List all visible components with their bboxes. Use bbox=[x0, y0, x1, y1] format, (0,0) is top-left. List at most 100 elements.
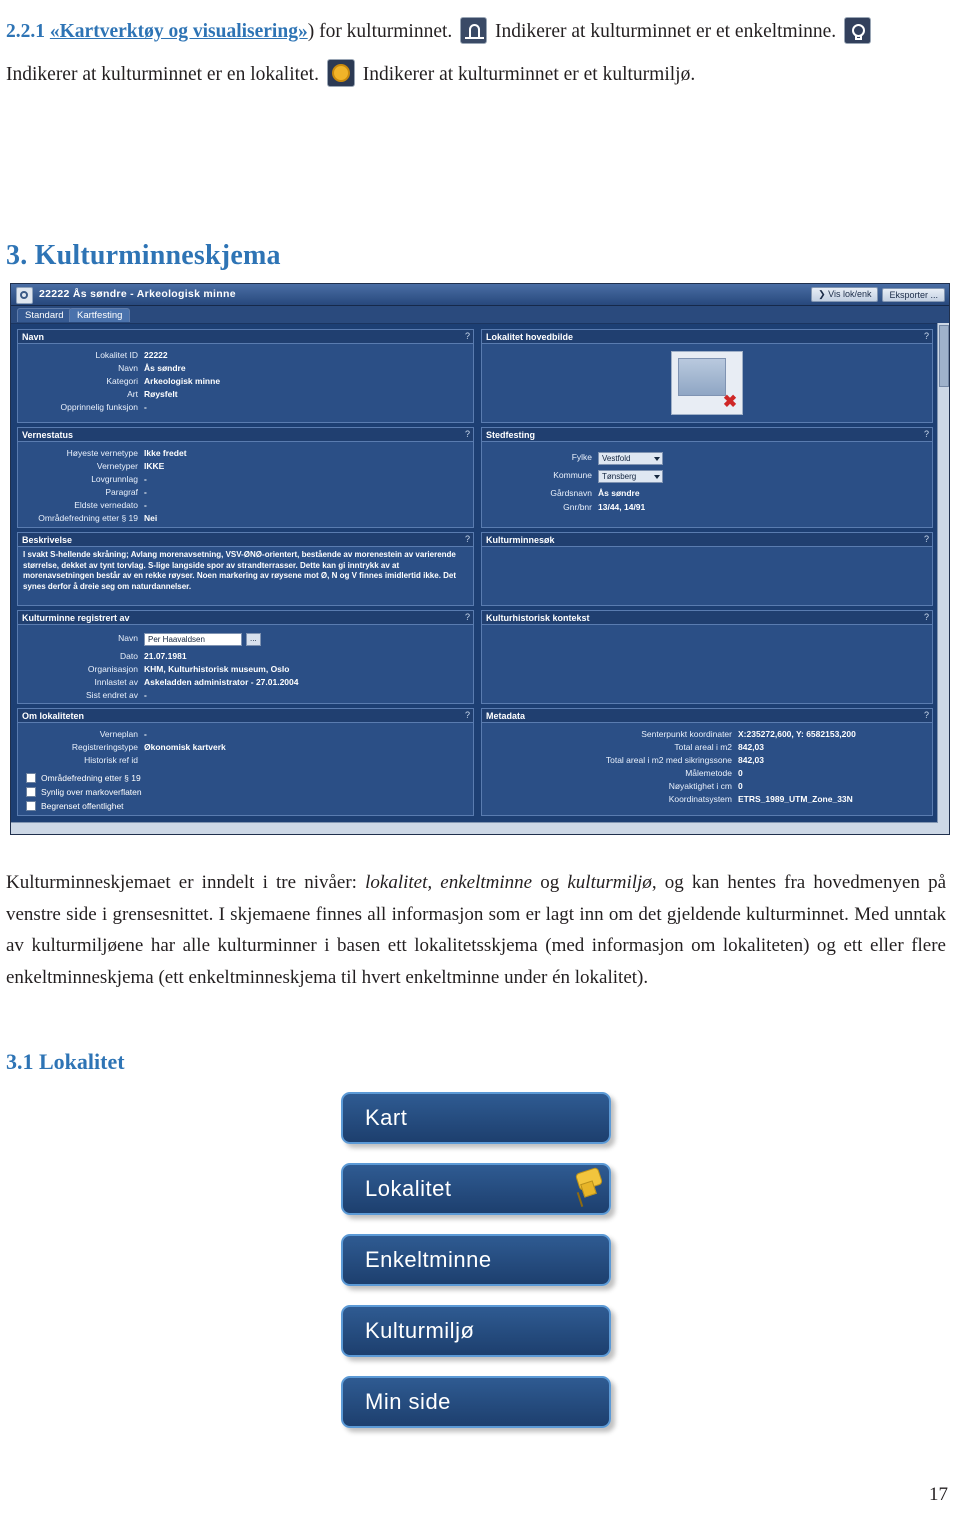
heading-3-1: 3.1 Lokalitet bbox=[6, 1049, 125, 1074]
help-icon[interactable]: ? bbox=[465, 534, 470, 544]
menu-button-min-side-label: Min side bbox=[365, 1389, 451, 1414]
panel-hovedbilde-body: ✖ bbox=[482, 344, 932, 422]
missing-image-placeholder: ✖ bbox=[671, 351, 743, 415]
tab-standard[interactable]: Standard bbox=[17, 308, 72, 322]
body-part-2: og bbox=[532, 872, 568, 893]
field-row: Sist endret av - bbox=[18, 690, 473, 701]
image-thumbnail-icon bbox=[678, 358, 726, 396]
field-row: Målemetode 0 bbox=[482, 768, 932, 779]
field-row: Paragraf - bbox=[18, 487, 473, 498]
field-value: - bbox=[144, 729, 147, 739]
field-value: - bbox=[144, 402, 147, 412]
field-label: Kommune bbox=[553, 470, 592, 480]
field-value: Arkeologisk minne bbox=[144, 376, 221, 386]
help-icon[interactable]: ? bbox=[465, 612, 470, 622]
help-icon[interactable]: ? bbox=[924, 612, 929, 622]
field-row: Eldste vernedato - bbox=[18, 500, 473, 511]
field-row: Navn Ås søndre bbox=[18, 363, 473, 374]
field-value: KHM, Kulturhistorisk museum, Oslo bbox=[144, 664, 290, 674]
show-lok-enk-button[interactable]: ❯ Vis lok/enk bbox=[811, 287, 879, 302]
field-label: Organisasjon bbox=[87, 664, 138, 674]
panel-beskrivelse-header: Beskrivelse ? bbox=[18, 533, 473, 547]
body-part-1: Kulturminneskjemaet er inndelt i tre niv… bbox=[6, 872, 366, 893]
field-value: 0 bbox=[738, 781, 743, 791]
field-label: Paragraf bbox=[105, 487, 138, 497]
body-paragraph: Kulturminneskjemaet er inndelt i tre niv… bbox=[6, 867, 946, 993]
field-label: Registreringstype bbox=[71, 742, 138, 752]
panel-vernestatus: Vernestatus ? Høyeste vernetype Ikke fred… bbox=[17, 427, 474, 528]
registrert-navn-input[interactable]: Per Haavaldsen bbox=[144, 633, 242, 646]
panel-kulturhistorisk-kontekst: Kulturhistorisk kontekst ? bbox=[481, 610, 933, 704]
panel-vernestatus-header: Vernestatus ? bbox=[18, 428, 473, 442]
horizontal-scrollbar[interactable] bbox=[11, 822, 938, 834]
checkbox-synlig[interactable] bbox=[26, 787, 36, 797]
pushpin-icon bbox=[571, 1166, 605, 1208]
field-label: Navn bbox=[118, 363, 138, 373]
fylke-select[interactable]: Vestfold bbox=[598, 452, 663, 465]
field-label: Eldste vernedato bbox=[74, 500, 138, 510]
help-icon[interactable]: ? bbox=[465, 710, 470, 720]
field-row: Senterpunkt koordinater X:235272,600, Y: … bbox=[482, 729, 932, 740]
checkbox-label: Synlig over markoverflaten bbox=[41, 787, 142, 797]
field-label: Kategori bbox=[106, 376, 138, 386]
field-row: Vernetyper IKKE bbox=[18, 461, 473, 472]
field-label: Total areal i m2 bbox=[674, 742, 732, 752]
checkbox-begrenset-offentlighet[interactable] bbox=[26, 801, 36, 811]
field-label: Innlastet av bbox=[94, 677, 138, 687]
scrollbar-thumb[interactable] bbox=[939, 325, 949, 387]
field-label: Lovgrunnlag bbox=[91, 474, 138, 484]
field-value: 0 bbox=[738, 768, 743, 778]
field-label: Verneplan bbox=[99, 729, 138, 739]
panel-navn-body: Lokalitet ID 22222 Navn Ås søndre Kategori… bbox=[18, 344, 473, 422]
field-value: 21.07.1981 bbox=[144, 651, 187, 661]
help-icon[interactable]: ? bbox=[924, 710, 929, 720]
panel-navn: Navn ? Lokalitet ID 22222 Navn Ås søndre K… bbox=[17, 329, 474, 423]
checkbox-row: Synlig over markoverflaten bbox=[26, 787, 142, 797]
field-label: Dato bbox=[120, 651, 138, 661]
field-row: Verneplan - bbox=[18, 729, 473, 740]
app-toolbar: ❯ Vis lok/enk Eksporter ... bbox=[811, 287, 945, 302]
export-button[interactable]: Eksporter ... bbox=[882, 287, 945, 302]
panel-kulturminnesok-title: Kulturminnesøk bbox=[486, 535, 555, 545]
vertical-scrollbar[interactable] bbox=[937, 323, 949, 834]
menu-button-kulturmiljo[interactable]: Kulturmiljø bbox=[341, 1305, 611, 1357]
panel-stedfesting: Stedfesting ? Fylke Vestfold Kommune Tøn… bbox=[481, 427, 933, 528]
app-tabs: Standard Kartfesting bbox=[11, 306, 949, 324]
checkbox-omradefredning[interactable] bbox=[26, 773, 36, 783]
help-icon[interactable]: ? bbox=[465, 429, 470, 439]
section-number: 2.2.1 bbox=[6, 21, 45, 42]
field-value: Ikke fredet bbox=[144, 448, 187, 458]
section-link[interactable]: «Kartverktøy og visualisering» bbox=[50, 21, 308, 42]
panel-registrert-av: Kulturminne registrert av ? Navn Per Haa… bbox=[17, 610, 474, 704]
menu-button-min-side[interactable]: Min side bbox=[341, 1376, 611, 1428]
field-label: Koordinatsystem bbox=[668, 794, 732, 804]
kulturmiljo-icon bbox=[326, 59, 355, 87]
help-icon[interactable]: ? bbox=[924, 429, 929, 439]
field-row: Høyeste vernetype Ikke fredet bbox=[18, 448, 473, 459]
panel-beskrivelse: Beskrivelse ? I svakt S-hellende skrånin… bbox=[17, 532, 474, 606]
field-value: X:235272,600, Y: 6582153,200 bbox=[738, 729, 856, 739]
legend-lokalitet: Indikerer at kulturminnet er en lokalite… bbox=[6, 64, 319, 85]
menu-button-enkeltminne[interactable]: Enkeltminne bbox=[341, 1234, 611, 1286]
help-icon[interactable]: ? bbox=[465, 331, 470, 341]
lokalitet-icon bbox=[844, 17, 872, 44]
help-icon[interactable]: ? bbox=[924, 331, 929, 341]
field-row: Lokalitet ID 22222 bbox=[18, 350, 473, 361]
field-row: Nøyaktighet i cm 0 bbox=[482, 781, 932, 792]
field-row: Gårdsnavn Ås søndre bbox=[482, 488, 932, 499]
field-row: Innlastet av Askeladden administrator - 2… bbox=[18, 677, 473, 688]
tab-kartfesting[interactable]: Kartfesting bbox=[69, 308, 131, 322]
field-label: Sist endret av bbox=[86, 690, 138, 700]
registrert-navn-browse-button[interactable]: ... bbox=[246, 633, 261, 646]
panel-vernestatus-title: Vernestatus bbox=[22, 430, 74, 440]
checkbox-row: Områdefredning etter § 19 bbox=[26, 773, 142, 783]
panel-registrert-av-body: Navn Per Haavaldsen ... Dato 21.07.1981 O… bbox=[18, 625, 473, 703]
menu-button-kart[interactable]: Kart bbox=[341, 1092, 611, 1144]
help-icon[interactable]: ? bbox=[924, 534, 929, 544]
field-row: Lovgrunnlag - bbox=[18, 474, 473, 485]
field-label: Vernetyper bbox=[96, 461, 138, 471]
document-page: 2.2.1 «Kartverktøy og visualisering») fo… bbox=[0, 0, 960, 1516]
panel-kulturminnesok: Kulturminnesøk ? bbox=[481, 532, 933, 606]
kommune-select[interactable]: Tønsberg bbox=[598, 470, 663, 483]
intro-paragraph: 2.2.1 «Kartverktøy og visualisering») fo… bbox=[6, 10, 911, 96]
